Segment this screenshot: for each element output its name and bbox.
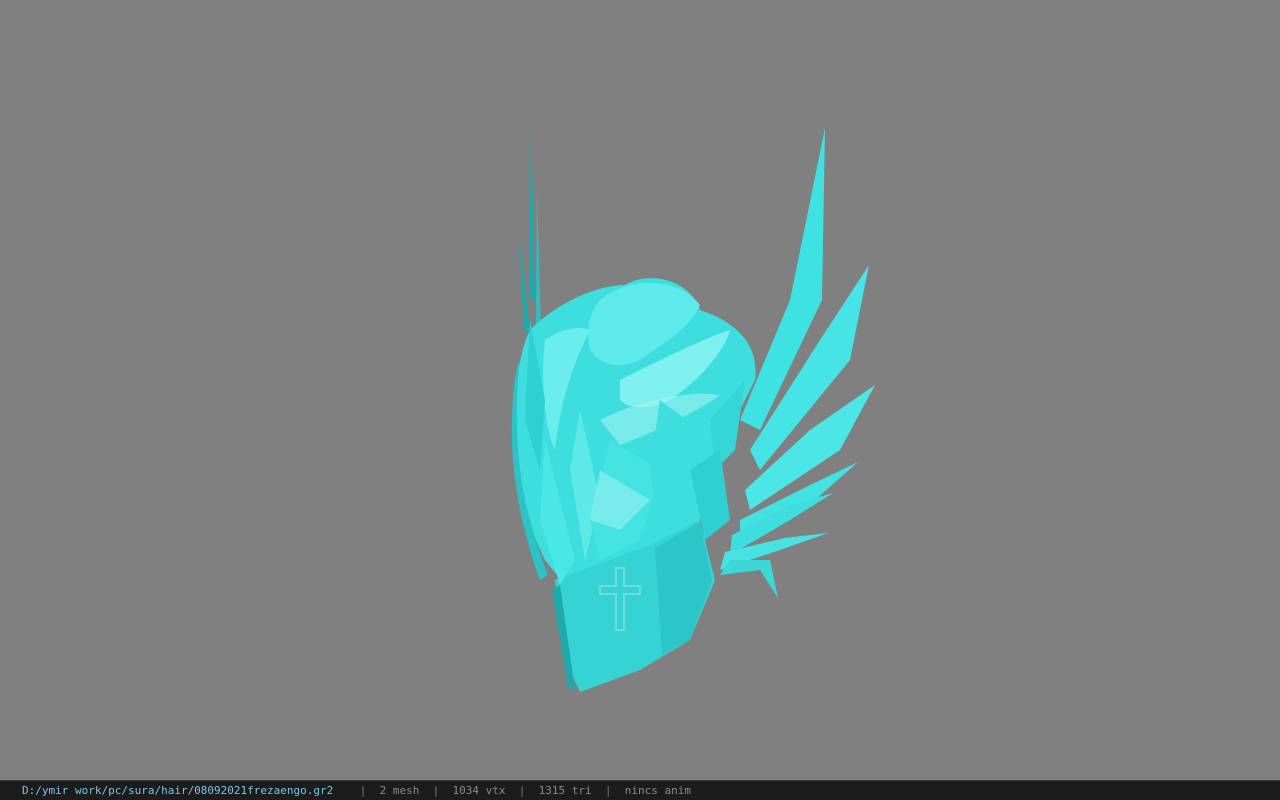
status-separator: | <box>604 784 612 797</box>
status-triangle-count: 1315 tri <box>538 784 592 797</box>
status-separator: | <box>432 784 440 797</box>
helmet-model[interactable] <box>0 0 1280 780</box>
antenna-spikes <box>519 120 541 332</box>
status-separator: | <box>518 784 526 797</box>
status-vertex-count: 1034 vtx <box>452 784 506 797</box>
status-separator: | <box>359 784 367 797</box>
status-mesh-count: 2 mesh <box>379 784 420 797</box>
status-anim: nincs anim <box>624 784 691 797</box>
status-file-path: D:/ymir work/pc/sura/hair/08092021frezae… <box>22 784 334 797</box>
status-bar: D:/ymir work/pc/sura/hair/08092021frezae… <box>0 780 1280 800</box>
3d-viewport[interactable] <box>0 0 1280 780</box>
